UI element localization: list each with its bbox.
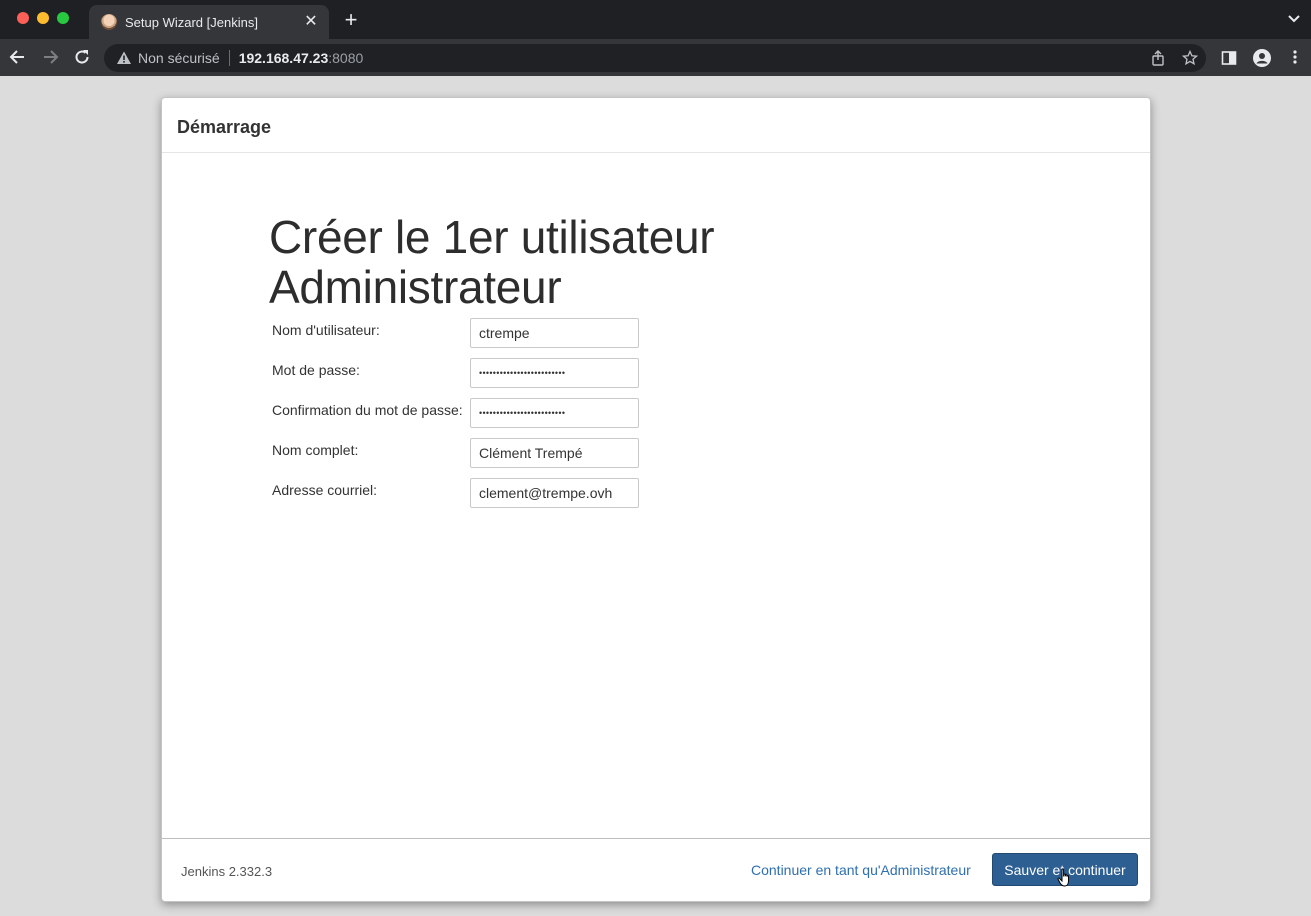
not-secure-label: Non sécurisé [138,50,220,66]
side-panel-icon[interactable] [1221,50,1237,66]
reload-icon[interactable] [72,47,92,67]
browser-toolbar: Non sécurisé 192.168.47.23 :8080 [0,39,1311,76]
forward-arrow-icon[interactable] [40,47,60,67]
back-arrow-icon[interactable] [8,47,28,67]
fullname-row: Nom complet: Clément Trempé [272,438,672,468]
hand-pointer-cursor-icon [1057,868,1069,887]
dialog-footer: Jenkins 2.332.3 Continuer en tant qu'Adm… [162,838,1150,901]
tab-close-icon[interactable]: ✕ [303,14,319,30]
minimize-window-button[interactable] [37,12,49,24]
password-row: Mot de passe: ••••••••••••••••••••••••• [272,358,672,388]
email-input[interactable]: clement@trempe.ovh [470,478,639,508]
url-host: 192.168.47.23 [238,50,329,66]
page-background: Démarrage Créer le 1er utilisateur Admin… [0,76,1311,916]
dialog-header-title: Démarrage [177,117,272,137]
password-confirm-label: Confirmation du mot de passe: [272,402,463,418]
new-tab-button[interactable]: + [341,8,361,32]
username-label: Nom d'utilisateur: [272,322,380,338]
url-port: :8080 [328,50,364,66]
email-label: Adresse courriel: [272,482,378,498]
browser-tab-active[interactable]: Setup Wizard [Jenkins] ✕ [89,5,329,39]
more-menu-icon[interactable] [1287,49,1303,65]
password-confirm-row: Confirmation du mot de passe: ••••••••••… [272,398,672,428]
tab-search-chevron-icon[interactable] [1287,12,1301,26]
warning-icon[interactable] [116,50,132,66]
omnibox-divider [228,50,230,66]
password-input[interactable]: ••••••••••••••••••••••••• [470,358,639,388]
email-row: Adresse courriel: clement@trempe.ovh [272,478,672,508]
jenkins-favicon-icon [101,14,117,30]
fullname-label: Nom complet: [272,442,359,458]
bookmark-star-icon[interactable] [1182,50,1198,66]
profile-avatar-icon[interactable] [1253,49,1271,67]
tab-title: Setup Wizard [Jenkins] [125,14,258,30]
continue-as-admin-link[interactable]: Continuer en tant qu'Administrateur [751,862,971,878]
username-row: Nom d'utilisateur: ctrempe [272,318,672,348]
jenkins-version: Jenkins 2.332.3 [181,864,273,879]
setup-wizard-dialog: Démarrage Créer le 1er utilisateur Admin… [161,97,1151,902]
fullname-input[interactable]: Clément Trempé [470,438,639,468]
share-icon[interactable] [1150,50,1166,66]
address-bar[interactable]: Non sécurisé 192.168.47.23 :8080 [104,44,1206,72]
dialog-header: Démarrage [162,98,1150,153]
username-input[interactable]: ctrempe [470,318,639,348]
password-label: Mot de passe: [272,362,360,378]
browser-titlebar: Setup Wizard [Jenkins] ✕ + [0,0,1311,39]
maximize-window-button[interactable] [57,12,69,24]
password-confirm-input[interactable]: ••••••••••••••••••••••••• [470,398,639,428]
page-title: Créer le 1er utilisateur Administrateur [269,211,715,313]
close-window-button[interactable] [17,12,29,24]
